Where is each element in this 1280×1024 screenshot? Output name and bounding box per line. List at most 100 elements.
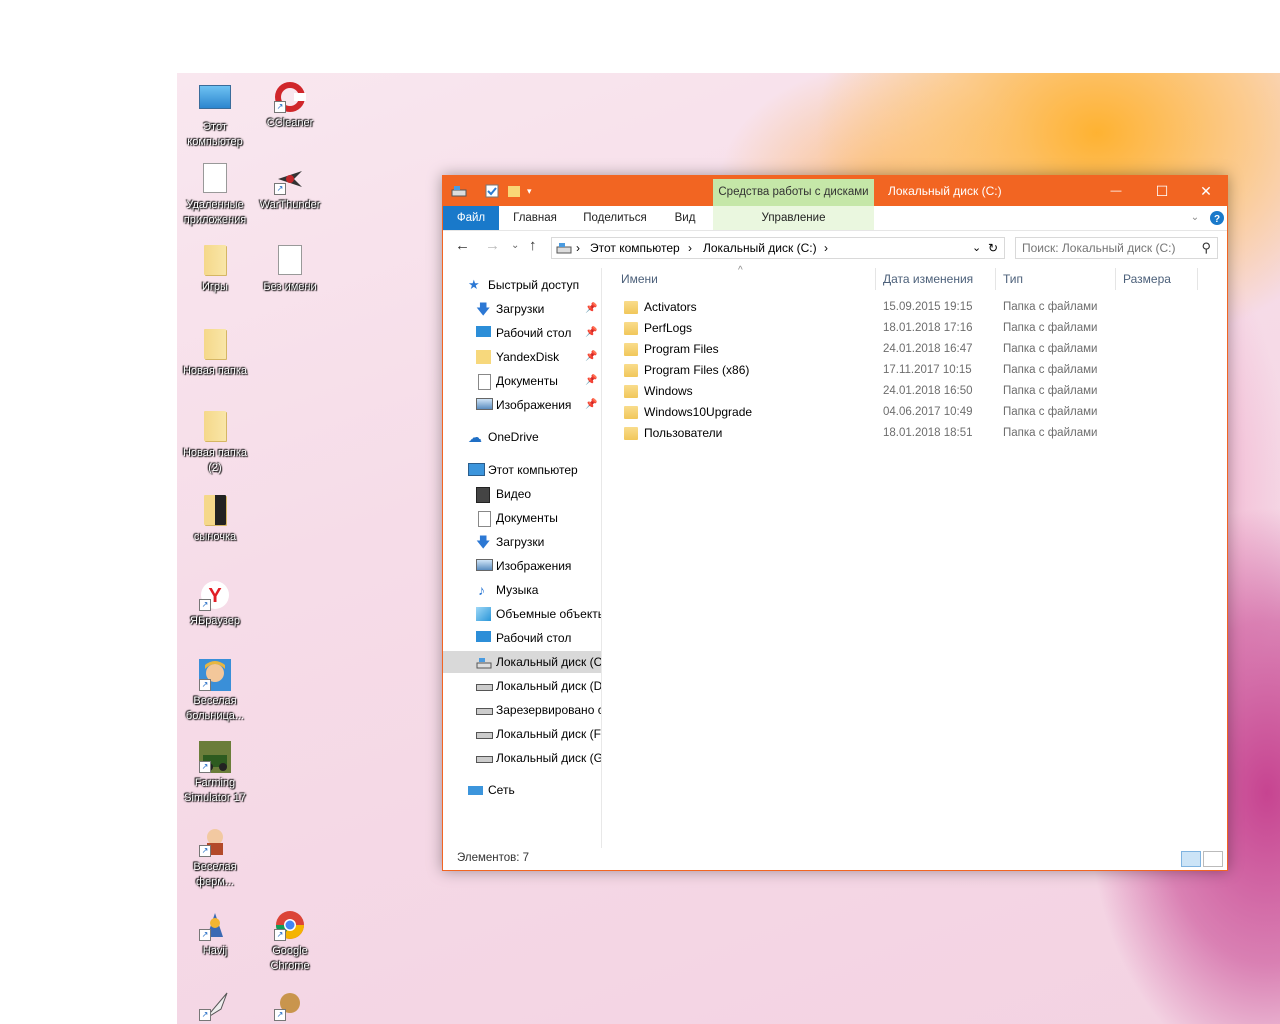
column-divider[interactable] [995,268,996,290]
details-view-icon[interactable] [1181,851,1201,867]
nav-quick-documents[interactable]: Документы 📌 [443,370,601,392]
nav-pc-videos[interactable]: Видео [443,483,601,505]
desktop-icon-happy-farm[interactable]: ↗ Веселая ферм... [177,825,253,890]
desktop-icon-happy-hospital[interactable]: ↗ Веселая больница... [177,659,253,724]
file-date: 24.01.2018 16:50 [883,385,973,397]
close-button[interactable]: ✕ [1183,176,1229,206]
nav-pc-documents[interactable]: Документы [443,507,601,529]
maximize-button[interactable]: ☐ [1139,176,1185,206]
desktop-icon-ccleaner[interactable]: ↗ CCleaner [252,81,328,131]
file-type: Папка с файлами [1003,301,1098,313]
desktop-icon-warthunder[interactable]: ↗ WarThunder [252,163,328,213]
nav-pc-local-disk-c[interactable]: Локальный диск (C:) [443,651,601,673]
search-input[interactable] [1022,238,1182,258]
onedrive-cloud-icon: ☁ [468,429,482,445]
desktop-icon-yandex-browser[interactable]: Y ↗ ЯБраузер [177,579,253,629]
search-box[interactable]: ⚲ [1015,237,1218,259]
help-icon[interactable]: ? [1209,206,1225,230]
file-row[interactable]: Пользователи 18.01.2018 18:51 Папка с фа… [621,423,1221,444]
desktop-icon-games[interactable]: Игры [177,245,253,295]
back-arrow-icon[interactable]: ← [455,237,470,254]
desktop-icon-partial-1[interactable]: ↗ [177,989,253,1021]
nav-pc-local-disk-d[interactable]: Локальный диск (D:) [443,675,601,697]
tab-view[interactable]: Вид [665,206,705,230]
desktop-icon-chrome[interactable]: ↗ Google Chrome [252,909,328,974]
column-header-name[interactable]: Имени [621,268,658,290]
column-header-type[interactable]: Тип [1003,268,1023,290]
nav-label: Локальный диск (C:) [496,655,602,669]
nav-pc-local-disk-g[interactable]: Локальный диск (G:) [443,747,601,769]
file-name: Пользователи [644,426,723,440]
expand-ribbon-icon[interactable]: ⌄ [1187,206,1203,230]
desktop-icon-synochka[interactable]: сыночка [177,495,253,545]
nav-quick-yandexdisk[interactable]: YandexDisk 📌 [443,346,601,368]
file-row[interactable]: Windows 24.01.2018 16:50 Папка с файлами [621,381,1221,402]
file-row[interactable]: Windows10Upgrade 04.06.2017 10:49 Папка … [621,402,1221,423]
ccleaner-icon: ↗ [274,81,306,113]
pin-icon[interactable]: 📌 [585,394,597,416]
desktop-icon-label: Игры [202,281,228,293]
desktop-icon-this-pc[interactable]: Этот компьютер [177,81,253,150]
drive-icon [451,184,467,198]
address-bar[interactable]: › Этот компьютер › Локальный диск (C:) ›… [551,237,1005,259]
drive-icon [476,684,493,691]
search-icon[interactable]: ⚲ [1201,240,1211,256]
column-divider[interactable] [875,268,876,290]
up-arrow-icon[interactable]: ↑ [529,237,537,254]
address-dropdown-icon[interactable]: ⌄ [972,238,981,258]
desktop-icon-new-folder-2[interactable]: Новая папка (2) [177,411,253,476]
file-row[interactable]: Program Files 24.01.2018 16:47 Папка с ф… [621,339,1221,360]
desktop-icon-havij[interactable]: ↗ Havij [177,909,253,959]
column-divider[interactable] [1115,268,1116,290]
properties-icon[interactable] [485,184,499,198]
large-icons-view-icon[interactable] [1203,851,1223,867]
tab-file[interactable]: Файл [443,206,499,230]
nav-quick-pictures[interactable]: Изображения 📌 [443,394,601,416]
pin-icon[interactable]: 📌 [585,346,597,368]
nav-quick-downloads[interactable]: 🡇 Загрузки 📌 [443,298,601,320]
file-row[interactable]: Activators 15.09.2015 19:15 Папка с файл… [621,297,1221,318]
nav-pc-downloads[interactable]: 🡇 Загрузки [443,531,601,553]
desktop-icon-new-folder[interactable]: Новая папка [177,329,253,379]
nav-pc-reserved[interactable]: Зарезервировано системой [443,699,601,721]
file-row[interactable]: PerfLogs 18.01.2018 17:16 Папка с файлам… [621,318,1221,339]
pin-icon[interactable]: 📌 [585,322,597,344]
new-folder-icon[interactable] [507,184,521,198]
forward-arrow-icon[interactable]: → [485,237,500,254]
tab-share[interactable]: Поделиться [577,206,653,230]
desktop-icon-farming-simulator[interactable]: ↗ Farming Simulator 17 [177,741,253,806]
pin-icon[interactable]: 📌 [585,298,597,320]
nav-pc-music[interactable]: ♪ Музыка [443,579,601,601]
title-bar[interactable]: ▾ Средства работы с дисками Локальный ди… [443,176,1227,206]
nav-network[interactable]: Сеть [443,779,601,801]
nav-quick-desktop[interactable]: Рабочий стол 📌 [443,322,601,344]
pin-icon[interactable]: 📌 [585,370,597,392]
nav-this-pc[interactable]: Этот компьютер [443,459,601,481]
breadcrumb-this-pc[interactable]: Этот компьютер [590,238,680,258]
nav-quick-access[interactable]: ★ Быстрый доступ [443,274,601,296]
nav-pc-3d-objects[interactable]: Объемные объекты [443,603,601,625]
video-icon [476,487,490,503]
nav-pc-local-disk-f[interactable]: Локальный диск (F:) [443,723,601,745]
tab-manage[interactable]: Управление [713,206,874,230]
desktop-icon-remote-apps[interactable]: Удаленные приложения [177,163,253,228]
refresh-icon[interactable]: ↻ [988,238,998,258]
column-divider[interactable] [1197,268,1198,290]
column-header-size[interactable]: Размера [1123,268,1171,290]
desktop-icon-untitled[interactable]: Без имени [252,245,328,295]
column-header-date[interactable]: Дата изменения [883,268,973,290]
nav-label: Загрузки [496,535,545,549]
nav-onedrive[interactable]: ☁ OneDrive [443,426,601,448]
havij-icon: ↗ [199,909,231,941]
tab-home[interactable]: Главная [503,206,567,230]
nav-pc-desktop[interactable]: Рабочий стол [443,627,601,649]
file-row[interactable]: Program Files (x86) 17.11.2017 10:15 Пап… [621,360,1221,381]
download-arrow-icon: 🡇 [476,534,491,550]
customize-toolbar-icon[interactable]: ▾ [527,184,541,198]
desktop-icon-partial-2[interactable]: ↗ [252,989,328,1021]
recent-locations-icon[interactable]: ⌄ [511,240,519,251]
file-type: Папка с файлами [1003,427,1098,439]
breadcrumb-local-disk-c[interactable]: Локальный диск (C:) [703,238,817,258]
nav-pc-pictures[interactable]: Изображения [443,555,601,577]
minimize-button[interactable]: — [1093,176,1139,206]
